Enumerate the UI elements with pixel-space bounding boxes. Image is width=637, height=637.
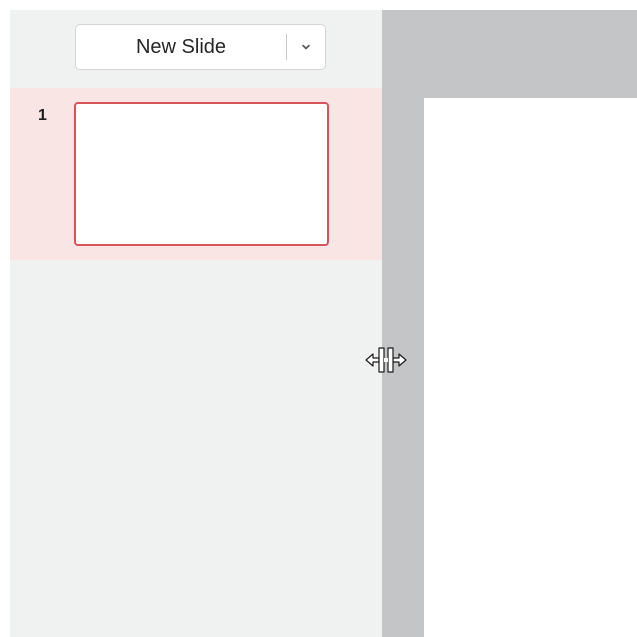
slide-list-item-1[interactable]: 1 (10, 88, 382, 260)
slide-sorter-panel: New Slide 1 (10, 10, 382, 637)
slide-number: 1 (38, 107, 47, 124)
new-slide-split-button: New Slide (75, 24, 326, 70)
new-slide-label: New Slide (135, 35, 227, 58)
slide-canvas[interactable] (424, 98, 637, 637)
presentation-app: New Slide 1 (0, 0, 637, 637)
slide-editor-area[interactable] (382, 10, 637, 637)
chevron-down-icon (302, 44, 310, 50)
new-slide-button[interactable]: New Slide (76, 25, 286, 69)
new-slide-dropdown-button[interactable] (287, 25, 325, 69)
slide-thumbnail[interactable] (74, 102, 329, 246)
